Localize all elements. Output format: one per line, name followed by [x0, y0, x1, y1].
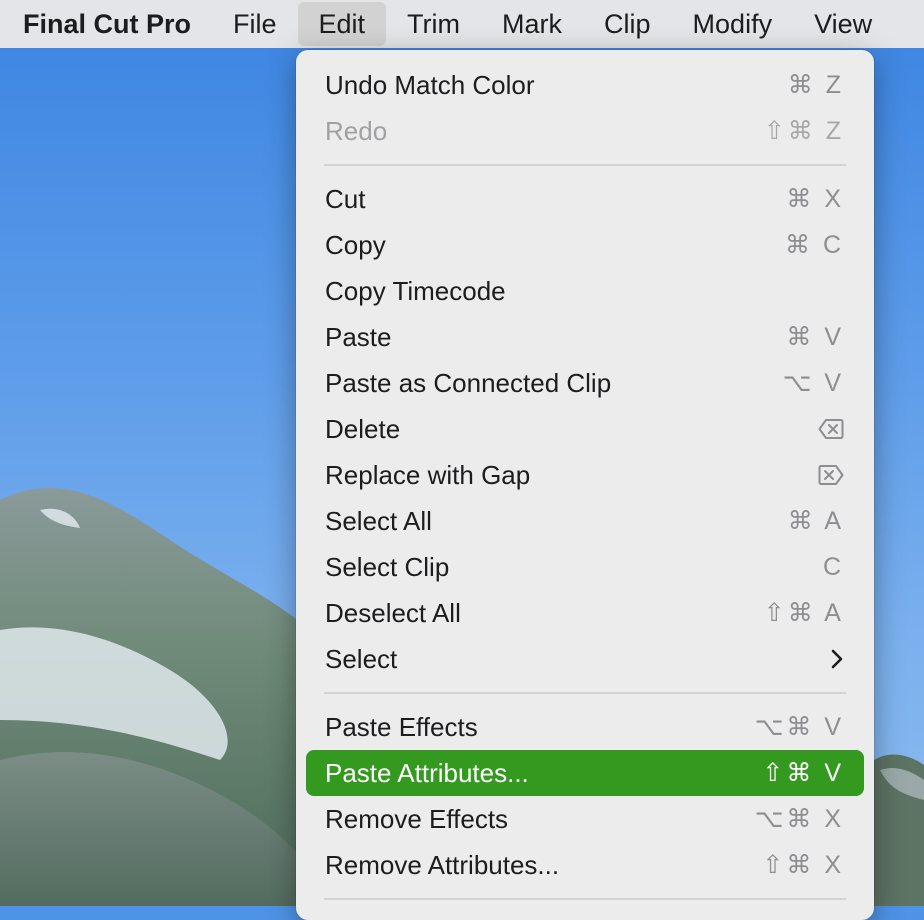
shortcut-text: ⌘ C [785, 231, 844, 259]
menu-item-remove-attributes[interactable]: Remove Attributes... ⇧⌘ X [306, 842, 864, 888]
shortcut-text: ⌥ V [782, 369, 844, 397]
menu-item-label: Paste Attributes... [325, 757, 529, 788]
shortcut-text: ⌘ V [786, 323, 844, 351]
menu-item-select-submenu[interactable]: Select [306, 636, 864, 682]
shortcut-text: C [822, 552, 844, 581]
menu-item-label: Paste Effects [325, 711, 478, 742]
shortcut-text: ⌘ A [787, 507, 844, 535]
menu-edit[interactable]: Edit [297, 2, 387, 46]
menu-item-label: Paste [325, 321, 392, 352]
shortcut-text: ⌘ X [786, 185, 844, 213]
menu-item-copy-timecode[interactable]: Copy Timecode [306, 268, 864, 314]
menu-item-label: Cut [325, 183, 366, 214]
menu-item-delete[interactable]: Delete [306, 406, 864, 452]
menu-item-label: Deselect All [325, 597, 461, 628]
menu-item-label: Remove Effects [325, 803, 509, 834]
menu-item-label: Select All [325, 505, 432, 536]
menu-view[interactable]: View [793, 0, 893, 48]
shortcut-text: ⌥⌘ V [754, 713, 844, 741]
shortcut-text: ⌥⌘ X [754, 805, 844, 833]
menu-item-paste[interactable]: Paste ⌘ V [306, 314, 864, 360]
menu-item-paste-as-connected-clip[interactable]: Paste as Connected Clip ⌥ V [306, 360, 864, 406]
menu-separator [324, 164, 846, 166]
menu-item-copy[interactable]: Copy ⌘ C [306, 222, 864, 268]
shortcut-text: ⇧⌘ X [762, 851, 844, 879]
menu-item-undo-match-color[interactable]: Undo Match Color ⌘ Z [306, 62, 864, 108]
menu-modify[interactable]: Modify [672, 0, 794, 48]
menu-item-select-all[interactable]: Select All ⌘ A [306, 498, 864, 544]
menu-item-cut[interactable]: Cut ⌘ X [306, 176, 864, 222]
delete-forward-icon [818, 464, 844, 486]
menu-file[interactable]: File [212, 0, 298, 48]
menu-item-select-clip[interactable]: Select Clip C [306, 544, 864, 590]
menu-item-paste-effects[interactable]: Paste Effects ⌥⌘ V [306, 704, 864, 750]
menu-separator [324, 898, 846, 900]
menu-item-label: Undo Match Color [325, 69, 535, 100]
shortcut-text: ⇧⌘ V [762, 759, 844, 787]
delete-backward-icon [818, 418, 844, 440]
menu-item-label: Copy [325, 229, 386, 260]
menu-item-replace-with-gap[interactable]: Replace with Gap [306, 452, 864, 498]
menu-bar: Final Cut Pro File Edit Trim Mark Clip M… [0, 0, 924, 48]
menu-mark[interactable]: Mark [481, 0, 583, 48]
menu-item-label: Copy Timecode [325, 275, 506, 306]
menu-item-label: Remove Attributes... [325, 849, 560, 880]
shortcut-text: ⇧⌘ Z [763, 117, 844, 145]
menu-trim[interactable]: Trim [386, 0, 481, 48]
menu-item-deselect-all[interactable]: Deselect All ⇧⌘ A [306, 590, 864, 636]
chevron-right-icon [830, 648, 844, 670]
edit-menu-dropdown: Undo Match Color ⌘ Z Redo ⇧⌘ Z Cut ⌘ X C… [296, 50, 874, 920]
shortcut-text: ⌘ Z [787, 71, 844, 99]
menu-item-redo: Redo ⇧⌘ Z [306, 108, 864, 154]
menu-item-label: Select Clip [325, 551, 450, 582]
app-menu[interactable]: Final Cut Pro [0, 0, 212, 48]
menu-item-label: Delete [325, 413, 401, 444]
menu-item-label: Select [325, 643, 398, 674]
menu-item-label: Paste as Connected Clip [325, 367, 612, 398]
menu-item-paste-attributes[interactable]: Paste Attributes... ⇧⌘ V [306, 750, 864, 796]
menu-separator [324, 692, 846, 694]
menu-item-label: Redo [325, 115, 388, 146]
menu-clip[interactable]: Clip [583, 0, 672, 48]
menu-item-label: Replace with Gap [325, 459, 531, 490]
shortcut-text: ⇧⌘ A [763, 599, 844, 627]
menu-item-remove-effects[interactable]: Remove Effects ⌥⌘ X [306, 796, 864, 842]
